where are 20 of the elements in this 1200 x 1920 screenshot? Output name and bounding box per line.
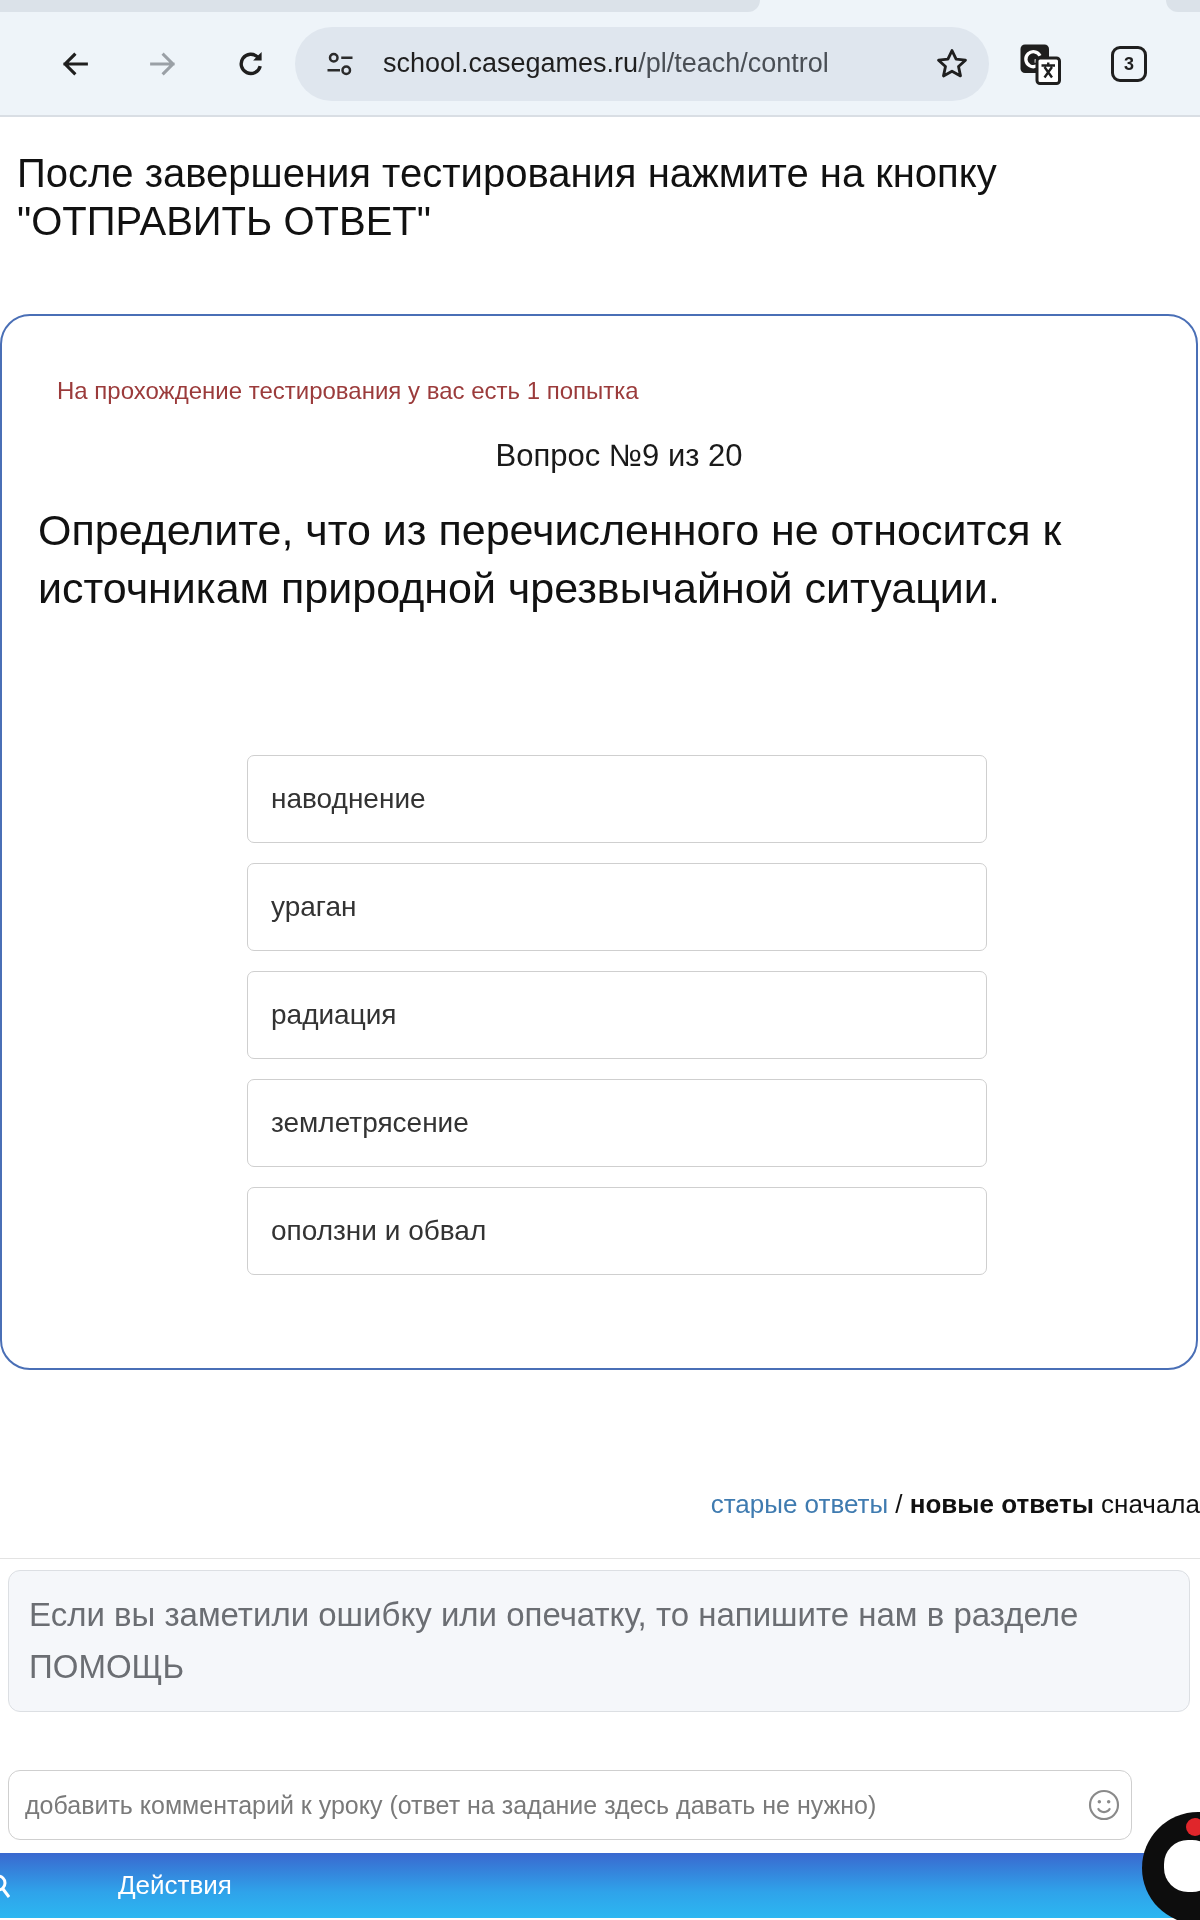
translate-icon[interactable]	[1019, 42, 1061, 85]
sort-suffix-text: сначала	[1100, 1489, 1200, 1519]
attempts-note: На прохождение тестирования у вас есть 1 попытка	[57, 376, 640, 406]
answer-option[interactable]: ураган	[247, 863, 987, 951]
tab-count-button[interactable]: 3	[1111, 45, 1147, 82]
answer-option[interactable]: землетрясение	[247, 1079, 987, 1167]
answer-option[interactable]: наводнение	[247, 755, 987, 843]
emoji-smiley-icon[interactable]	[1088, 1789, 1120, 1821]
separator-text: /	[894, 1489, 904, 1519]
instruction-text: После завершения тестирования нажмите на кнопку "ОТПРАВИТЬ ОТВЕТ"	[16, 150, 998, 245]
address-bar[interactable]: school.casegames.ru/pl/teach/control	[295, 26, 989, 101]
sort-link[interactable]: старые ответы	[710, 1489, 889, 1519]
url-text[interactable]: school.casegames.ru/pl/teach/control	[383, 43, 829, 84]
answer-option[interactable]: оползни и обвал	[247, 1187, 987, 1275]
question-counter: Вопрос №9 из 20	[494, 437, 744, 475]
comment-field[interactable]: добавить комментарий к уроку (ответ на задание здесь давать не нужно)	[8, 1770, 1132, 1840]
help-notice: Если вы заметили ошибку или опечатку, то напишите нам в разделе ПОМОЩЬ	[8, 1570, 1190, 1712]
answer-option[interactable]: радиация	[247, 971, 987, 1059]
sort-link[interactable]: новые ответы	[909, 1489, 1094, 1519]
question-text: Определите, что из перечисленного не относится к источникам природной чрезвычайной ситуации.	[37, 505, 1063, 614]
